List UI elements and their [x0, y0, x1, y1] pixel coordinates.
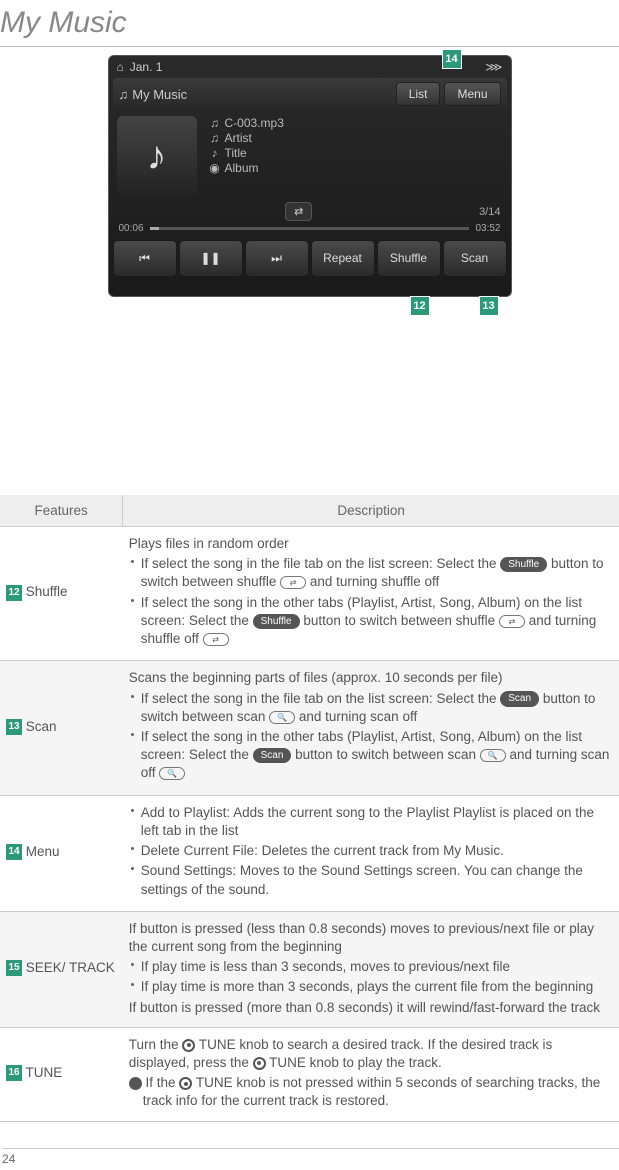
list-item: If select the song in the file tab on th…	[129, 690, 611, 726]
description-cell: Add to Playlist: Adds the current song t…	[123, 795, 619, 911]
scan-on-icon: 🔍	[269, 711, 295, 724]
shuffle-pill: Shuffle	[500, 557, 547, 573]
shuffle-on-icon: ⇄	[280, 576, 306, 589]
player-controls: ⏮ ❚❚ ⏭ Repeat Shuffle Scan	[113, 240, 507, 277]
list-item: If play time is more than 3 seconds, pla…	[129, 978, 611, 996]
description-cell: Turn the TUNE knob to search a desired t…	[123, 1027, 619, 1121]
title-divider	[0, 46, 619, 47]
table-row: 15 SEEK/ TRACK If button is pressed (les…	[0, 911, 619, 1027]
callout-number: 16	[6, 1065, 22, 1081]
callout-number: 13	[6, 719, 22, 735]
callout-14: 14	[442, 49, 462, 69]
description-lead: If button is pressed (less than 0.8 seco…	[129, 920, 611, 956]
pause-button[interactable]: ❚❚	[179, 240, 243, 277]
feature-name: Shuffle	[26, 584, 68, 599]
callout-number: 14	[6, 844, 22, 860]
description-tail: If button is pressed (more than 0.8 seco…	[129, 999, 611, 1017]
shuffle-indicator-icon: ⇄	[285, 202, 312, 221]
tune-paragraph-2: i If the TUNE knob is not pressed within…	[129, 1074, 611, 1110]
scan-pill: Scan	[253, 748, 292, 764]
wifi-icon: ⋙	[485, 60, 502, 74]
header-features: Features	[0, 495, 123, 527]
page-number: 24	[2, 1148, 619, 1166]
time-total: 03:52	[475, 223, 500, 234]
top-bar: ♫ My Music List Menu	[113, 78, 507, 110]
feature-name: Scan	[26, 719, 57, 734]
description-lead: Scans the beginning parts of files (appr…	[129, 669, 611, 687]
track-count-row: ⇄ 3/14	[119, 202, 501, 221]
feature-cell: 15 SEEK/ TRACK	[0, 911, 123, 1027]
list-item: If play time is less than 3 seconds, mov…	[129, 958, 611, 976]
description-cell: If button is pressed (less than 0.8 seco…	[123, 911, 619, 1027]
description-cell: Plays files in random order If select th…	[123, 527, 619, 661]
features-table: Features Description 12 Shuffle Plays fi…	[0, 495, 619, 1122]
now-playing-area: ♪ ♫ C-003.mp3 ♫ Artist ♪ Title ◉ Album	[117, 116, 503, 196]
progress-row: 00:06 03:52	[119, 223, 501, 234]
file-icon: ♫	[209, 116, 221, 130]
repeat-button[interactable]: Repeat	[311, 240, 375, 277]
description-lead: Plays files in random order	[129, 535, 611, 553]
app-title: My Music	[128, 87, 392, 102]
screenshot-container: ⌂ Jan. 1 ⋙ ♫ My Music List Menu ♪ ♫ C-003…	[108, 55, 512, 297]
feature-cell: 14 Menu	[0, 795, 123, 911]
feature-cell: 16 TUNE	[0, 1027, 123, 1121]
scan-button[interactable]: Scan	[443, 240, 507, 277]
next-button[interactable]: ⏭	[245, 240, 309, 277]
album-art: ♪	[117, 116, 197, 196]
note-icon: ♪	[209, 146, 221, 160]
artist-icon: ♫	[209, 131, 221, 145]
prev-button[interactable]: ⏮	[113, 240, 177, 277]
tune-knob-icon	[253, 1057, 266, 1070]
feature-name: Menu	[26, 844, 60, 859]
feature-name: SEEK/ TRACK	[26, 960, 115, 975]
feature-cell: 13 Scan	[0, 661, 123, 795]
table-row: 16 TUNE Turn the TUNE knob to search a d…	[0, 1027, 619, 1121]
list-item: Sound Settings: Moves to the Sound Setti…	[129, 862, 611, 898]
shuffle-off-icon: ⇄	[203, 633, 229, 646]
file-name: C-003.mp3	[225, 116, 284, 130]
album-label: Album	[225, 161, 259, 175]
list-item: If select the song in the other tabs (Pl…	[129, 728, 611, 783]
page-title: My Music	[0, 0, 619, 46]
feature-name: TUNE	[26, 1065, 63, 1080]
list-button[interactable]: List	[396, 82, 441, 106]
callout-13: 13	[479, 296, 499, 316]
shuffle-pill: Shuffle	[253, 614, 300, 630]
list-item: Delete Current File: Deletes the current…	[129, 842, 611, 860]
title-label: Title	[225, 146, 247, 160]
callout-12: 12	[410, 296, 430, 316]
player-screenshot: ⌂ Jan. 1 ⋙ ♫ My Music List Menu ♪ ♫ C-003…	[108, 55, 512, 297]
list-item: If select the song in the other tabs (Pl…	[129, 594, 611, 649]
scan-off-icon: 🔍	[159, 767, 185, 780]
artist-label: Artist	[225, 131, 252, 145]
home-icon: ⌂	[117, 60, 124, 74]
track-counter: 3/14	[479, 206, 500, 218]
scan-on-icon: 🔍	[480, 749, 506, 762]
callout-number: 12	[6, 585, 22, 601]
tune-knob-icon	[182, 1039, 195, 1052]
time-elapsed: 00:06	[119, 223, 144, 234]
header-description: Description	[123, 495, 619, 527]
tune-knob-icon	[179, 1077, 192, 1090]
mymusic-icon: ♫	[119, 87, 129, 102]
status-date: Jan. 1	[130, 60, 480, 74]
tune-paragraph-1: Turn the TUNE knob to search a desired t…	[129, 1036, 611, 1072]
description-cell: Scans the beginning parts of files (appr…	[123, 661, 619, 795]
table-row: 12 Shuffle Plays files in random order I…	[0, 527, 619, 661]
list-item: If select the song in the file tab on th…	[129, 555, 611, 591]
table-row: 13 Scan Scans the beginning parts of fil…	[0, 661, 619, 795]
list-item: Add to Playlist: Adds the current song t…	[129, 804, 611, 840]
info-icon: i	[129, 1077, 142, 1090]
feature-cell: 12 Shuffle	[0, 527, 123, 661]
shuffle-button[interactable]: Shuffle	[377, 240, 441, 277]
table-row: 14 Menu Add to Playlist: Adds the curren…	[0, 795, 619, 911]
album-icon: ◉	[209, 161, 221, 175]
callout-number: 15	[6, 960, 22, 976]
menu-button[interactable]: Menu	[444, 82, 500, 106]
scan-pill: Scan	[500, 691, 539, 707]
track-metadata: ♫ C-003.mp3 ♫ Artist ♪ Title ◉ Album	[197, 116, 503, 196]
shuffle-on-icon: ⇄	[499, 615, 525, 628]
progress-bar[interactable]	[150, 227, 470, 230]
